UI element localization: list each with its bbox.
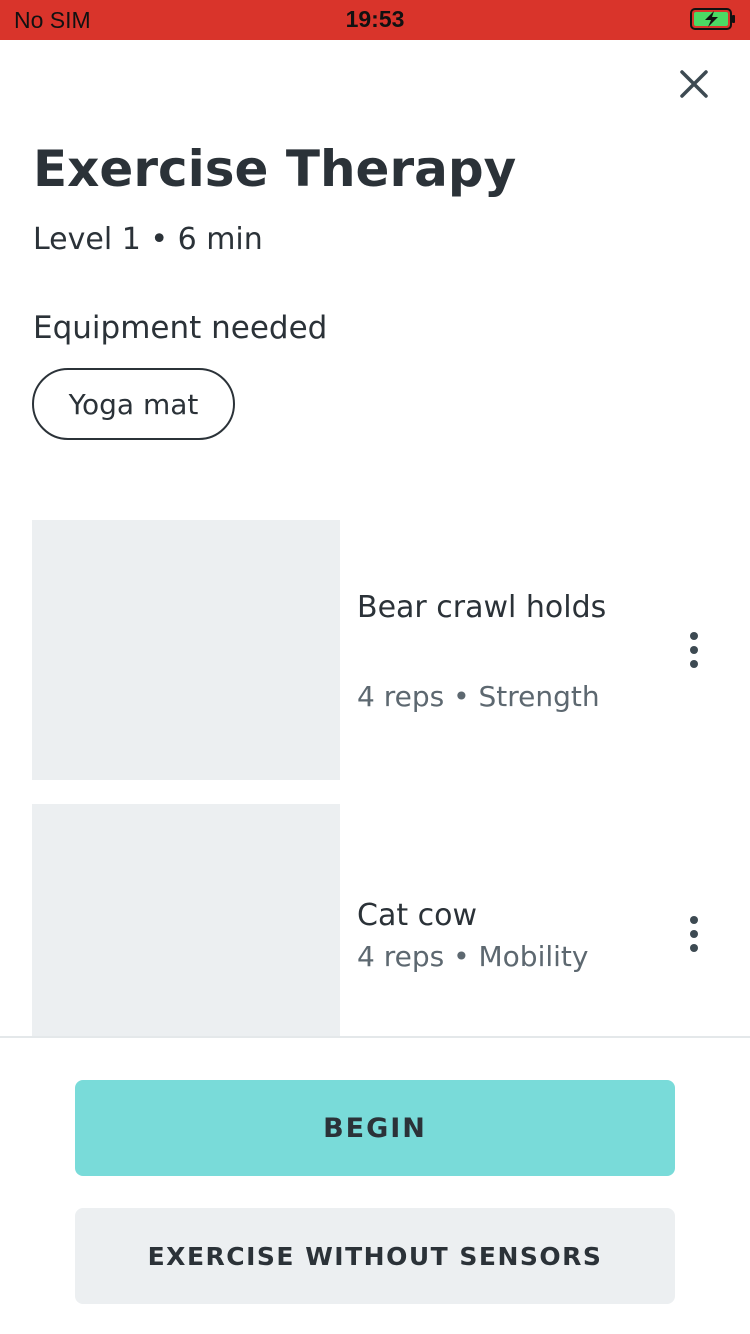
exercise-thumbnail: [32, 804, 340, 1064]
exercise-name: Bear crawl holds: [357, 590, 607, 625]
more-options-icon[interactable]: [680, 914, 708, 954]
close-icon[interactable]: [672, 62, 716, 106]
more-options-icon[interactable]: [680, 630, 708, 670]
equipment-chip-yoga-mat: Yoga mat: [32, 368, 235, 440]
action-panel: BEGIN EXERCISE WITHOUT SENSORS: [0, 1036, 750, 1334]
begin-button[interactable]: BEGIN: [75, 1080, 675, 1176]
exercise-name: Cat cow: [357, 898, 478, 933]
battery-charging-icon: [690, 8, 735, 30]
status-bar: No SIM 19:53: [0, 0, 750, 40]
exercise-item[interactable]: Bear crawl holds 4 reps • Strength: [0, 520, 750, 780]
clock-time: 19:53: [345, 6, 405, 32]
exercise-without-sensors-button[interactable]: EXERCISE WITHOUT SENSORS: [75, 1208, 675, 1304]
exercise-meta: 4 reps • Mobility: [357, 940, 589, 973]
exercise-thumbnail: [32, 520, 340, 780]
equipment-heading: Equipment needed: [33, 310, 328, 346]
page-title: Exercise Therapy: [33, 140, 517, 198]
exercise-meta: 4 reps • Strength: [357, 680, 600, 713]
level-duration-label: Level 1 • 6 min: [33, 222, 263, 257]
exercise-item[interactable]: Cat cow 4 reps • Mobility: [0, 804, 750, 1064]
